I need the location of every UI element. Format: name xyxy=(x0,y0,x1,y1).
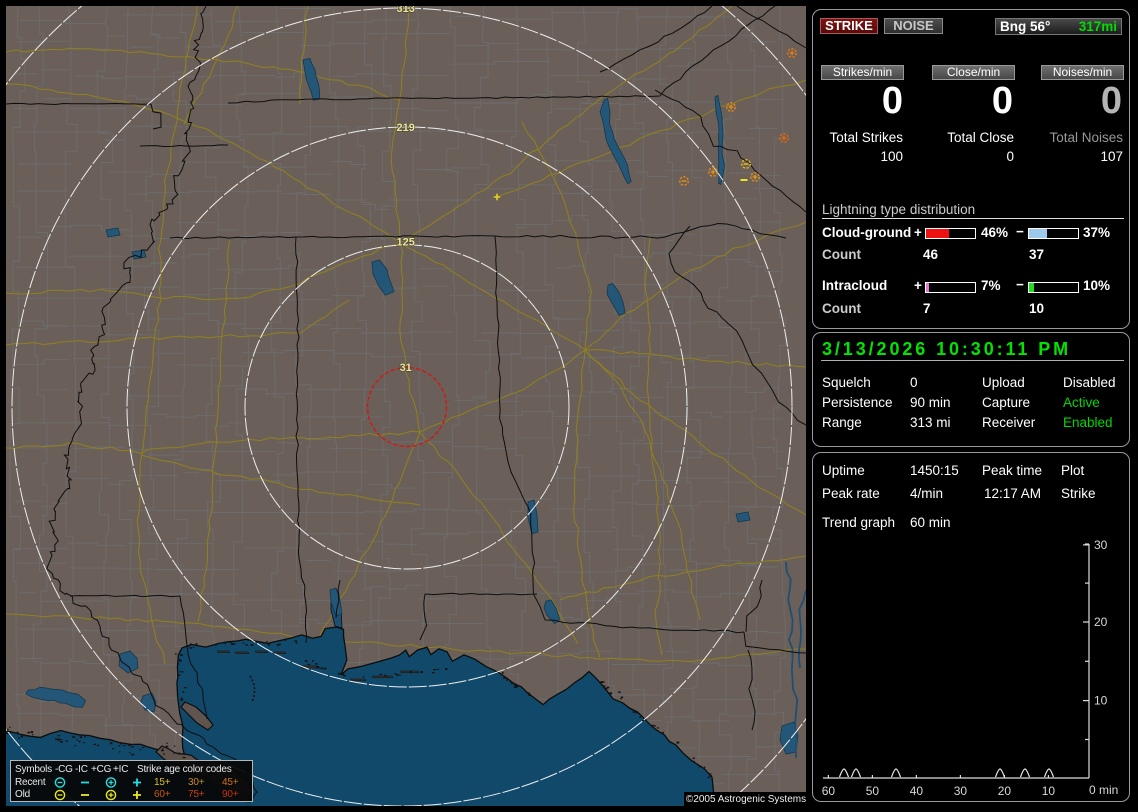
svg-text:30: 30 xyxy=(1094,538,1108,552)
svg-text:313: 313 xyxy=(397,6,415,15)
svg-text:20: 20 xyxy=(998,784,1012,798)
svg-text:60: 60 xyxy=(822,784,836,798)
svg-text:31: 31 xyxy=(400,362,412,374)
svg-text:10: 10 xyxy=(1094,694,1108,708)
svg-text:10: 10 xyxy=(1042,784,1056,798)
svg-text:0 min: 0 min xyxy=(1089,783,1118,797)
svg-text:40: 40 xyxy=(910,784,924,798)
svg-text:219: 219 xyxy=(397,122,415,134)
svg-text:30: 30 xyxy=(954,784,968,798)
svg-text:50: 50 xyxy=(866,784,880,798)
svg-text:20: 20 xyxy=(1094,615,1108,629)
svg-text:125: 125 xyxy=(397,237,415,249)
